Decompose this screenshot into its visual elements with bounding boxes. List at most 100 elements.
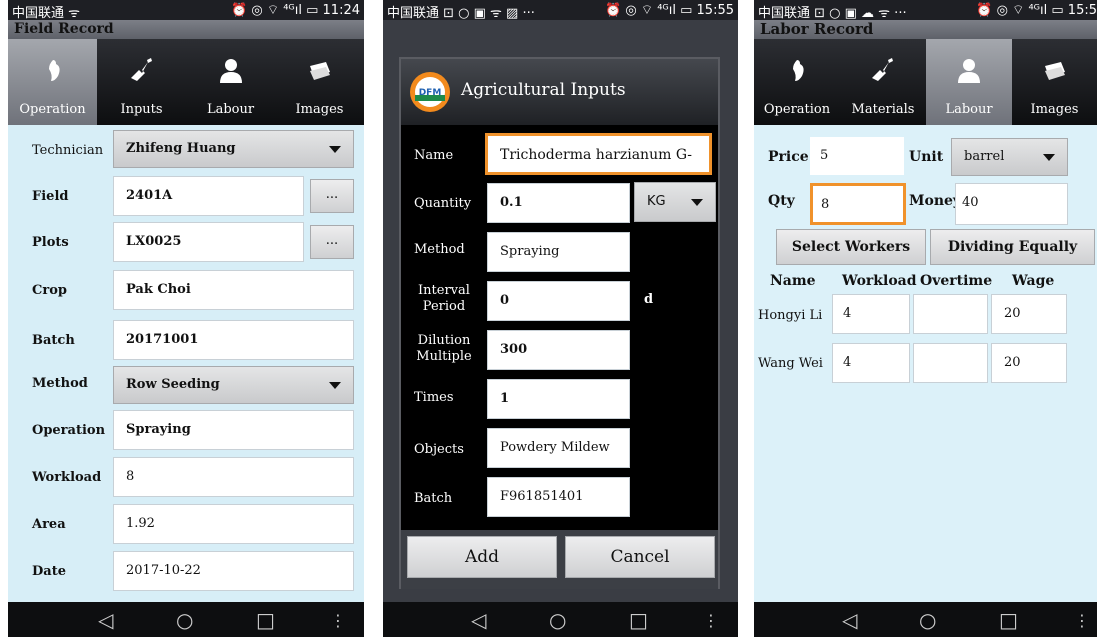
- unit-label: Unit: [909, 149, 944, 165]
- images-icon: [309, 62, 330, 80]
- crop-input[interactable]: Pak Choi: [113, 270, 354, 310]
- overtime-input[interactable]: [913, 343, 988, 383]
- technician-label: Technician: [32, 143, 104, 158]
- worker-name: Wang Wei: [758, 356, 823, 371]
- back-icon[interactable]: ◁: [98, 608, 113, 632]
- status-icons: ⏰ ◎ ⌔ ⁴ᴳıl ▭ 15:55: [605, 3, 734, 18]
- tab-label: Labour: [945, 102, 993, 117]
- unit-select[interactable]: KG: [634, 182, 716, 222]
- field-record-screen: 中国联通 ᯤ ⏰ ◎ ⌔ ⁴ᴳıl ▭ 11:24 Field Record O…: [8, 0, 364, 637]
- times-input[interactable]: 1: [487, 379, 630, 419]
- back-icon[interactable]: ◁: [471, 608, 486, 632]
- pepper-icon: [793, 60, 804, 81]
- operation-input[interactable]: Spraying: [113, 410, 354, 450]
- pepper-icon: [48, 60, 60, 81]
- status-bar: 中国联通 ⊡ ○ ▣ ᯤ ▨ ··· ⏰ ◎ ⌔ ⁴ᴳıl ▭ 15:55: [383, 0, 738, 21]
- qty-input[interactable]: 8: [810, 183, 906, 225]
- wage-input[interactable]: 20: [991, 294, 1067, 334]
- select-workers-button[interactable]: Select Workers: [776, 229, 926, 265]
- field-label: Field: [32, 189, 69, 204]
- workload-input[interactable]: 4: [832, 294, 910, 334]
- carrier-label: 中国联通 ⊡ ○ ▣ ☁ ᯤ ···: [758, 6, 907, 21]
- tab-operation[interactable]: Operation: [754, 39, 840, 125]
- back-icon[interactable]: ◁: [842, 608, 857, 632]
- tab-bar: Operation Materials Labour Images: [754, 39, 1097, 125]
- tab-images[interactable]: Images: [1012, 39, 1097, 125]
- dilution-multiple-input[interactable]: 300: [487, 330, 630, 370]
- spray-icon: [130, 58, 152, 81]
- interval-period-input[interactable]: 0: [487, 281, 630, 321]
- batch-label: Batch: [414, 491, 453, 506]
- dfm-logo-icon: DFM: [410, 72, 450, 112]
- method-input[interactable]: Spraying: [487, 232, 630, 272]
- tab-bar: Operation Inputs Labour Images: [8, 39, 364, 125]
- batch-input[interactable]: 20171001: [113, 320, 354, 360]
- recents-icon[interactable]: □: [256, 608, 275, 632]
- recents-icon[interactable]: □: [999, 608, 1018, 632]
- column-header-overtime: Overtime: [920, 273, 993, 289]
- money-input[interactable]: 40: [955, 183, 1068, 225]
- tab-label: Labour: [206, 102, 255, 117]
- plots-input[interactable]: LX0025: [113, 222, 304, 262]
- workload-label: Workload: [32, 470, 102, 485]
- tab-inputs[interactable]: Inputs: [97, 39, 186, 125]
- name-input[interactable]: Trichoderma harzianum G-41: [485, 133, 712, 201]
- plots-browse-button[interactable]: ...: [310, 225, 354, 259]
- add-button[interactable]: Add: [407, 536, 557, 578]
- home-icon[interactable]: ○: [176, 608, 193, 632]
- date-input[interactable]: 2017-10-22: [113, 551, 354, 591]
- field-browse-button[interactable]: ...: [310, 179, 354, 213]
- quantity-input[interactable]: 0.1: [487, 183, 630, 223]
- tab-labour[interactable]: Labour: [926, 39, 1012, 125]
- unit-select[interactable]: barrel: [951, 138, 1068, 176]
- menu-icon[interactable]: ⋮: [1074, 611, 1090, 630]
- tab-label: Operation: [19, 102, 86, 117]
- status-bar: 中国联通 ᯤ ⏰ ◎ ⌔ ⁴ᴳıl ▭ 11:24: [8, 0, 364, 21]
- price-input[interactable]: 5: [810, 137, 904, 175]
- qty-label: Qty: [768, 193, 795, 209]
- method-label: Method: [414, 242, 465, 257]
- date-label: Date: [32, 564, 66, 579]
- tab-images[interactable]: Images: [275, 39, 364, 125]
- objects-input[interactable]: Powdery Mildew: [487, 428, 630, 468]
- dialog-footer: Add Cancel: [401, 530, 718, 589]
- status-icons: ⏰ ◎ ⌔ ⁴ᴳıl ▭ 11:24: [231, 3, 360, 18]
- chevron-down-icon: [329, 146, 341, 153]
- home-icon[interactable]: ○: [919, 608, 936, 632]
- navigation-bar: ◁ ○ □ ⋮: [383, 602, 738, 637]
- recents-icon[interactable]: □: [629, 608, 648, 632]
- name-label: Name: [414, 148, 454, 163]
- method-label: Method: [32, 376, 88, 391]
- batch-input[interactable]: F961851401: [487, 477, 630, 517]
- workload-input[interactable]: 4: [832, 343, 910, 383]
- cancel-button[interactable]: Cancel: [565, 536, 715, 578]
- method-select[interactable]: Row Seeding: [113, 366, 354, 404]
- workload-input[interactable]: 8: [113, 457, 354, 497]
- area-input[interactable]: 1.92: [113, 504, 354, 544]
- tab-label: Operation: [763, 102, 831, 117]
- home-icon[interactable]: ○: [549, 608, 566, 632]
- person-icon: [219, 59, 242, 83]
- menu-icon[interactable]: ⋮: [330, 611, 346, 630]
- images-icon: [1044, 62, 1065, 80]
- agricultural-inputs-dialog: DFM Agricultural Inputs Name Trichoderma…: [399, 57, 720, 589]
- wage-input[interactable]: 20: [991, 343, 1067, 383]
- labor-record-screen: 中国联通 ⊡ ○ ▣ ☁ ᯤ ··· ⏰ ◎ ⌔ ⁴ᴳıl ▭ 15:5 Lab…: [754, 0, 1097, 637]
- dialog-header: DFM Agricultural Inputs: [401, 59, 718, 125]
- dilution-multiple-label: Dilution Multiple: [416, 333, 472, 364]
- tab-materials[interactable]: Materials: [840, 39, 926, 125]
- column-header-wage: Wage: [1012, 273, 1055, 289]
- field-input[interactable]: 2401A: [113, 176, 304, 216]
- page-title: Field Record: [8, 20, 364, 39]
- dividing-equally-button[interactable]: Dividing Equally: [930, 229, 1095, 265]
- logo-text: DFM: [419, 88, 442, 98]
- tab-label: Images: [1030, 102, 1079, 117]
- overtime-input[interactable]: [913, 294, 988, 334]
- worker-name: Hongyi Li: [758, 308, 823, 323]
- menu-icon[interactable]: ⋮: [703, 611, 719, 630]
- navigation-bar: ◁ ○ □ ⋮: [8, 602, 364, 637]
- operation-label: Operation: [32, 423, 106, 438]
- tab-labour[interactable]: Labour: [186, 39, 275, 125]
- tab-operation[interactable]: Operation: [8, 39, 97, 125]
- technician-select[interactable]: Zhifeng Huang: [113, 130, 354, 168]
